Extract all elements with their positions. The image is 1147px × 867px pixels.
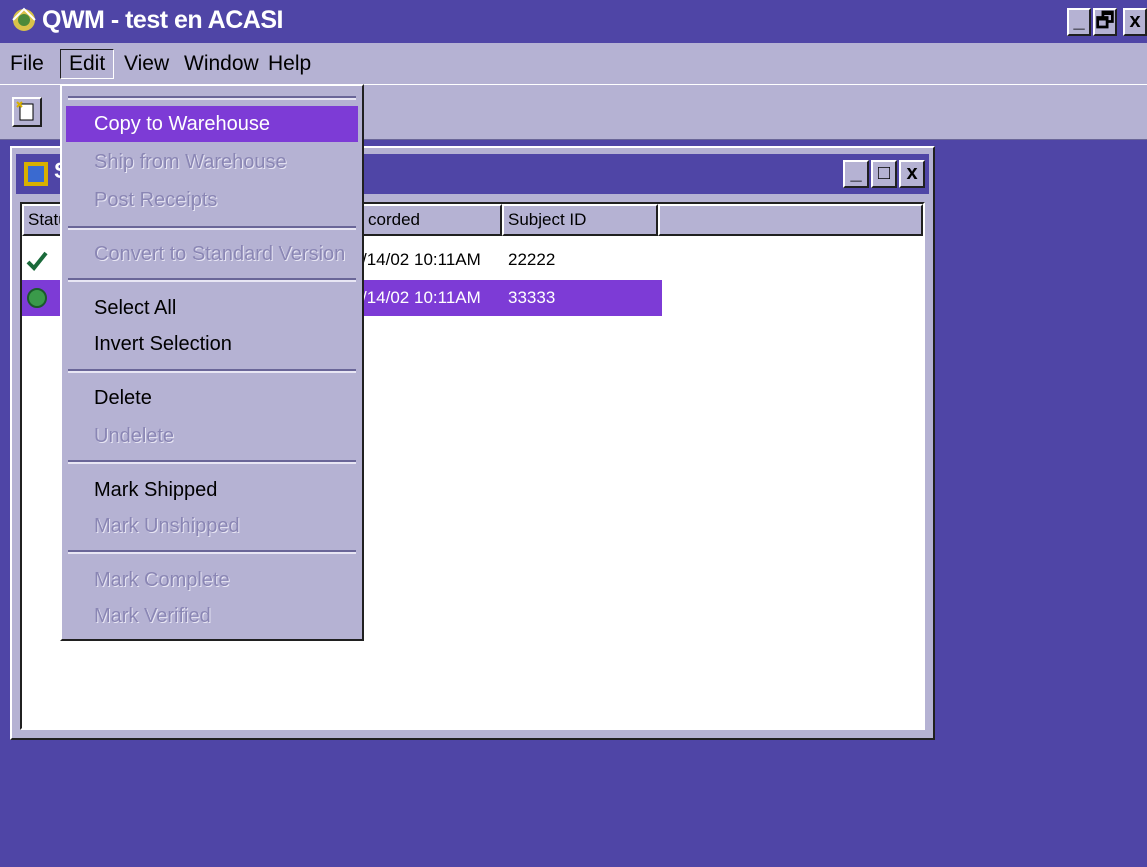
menu-view[interactable]: View	[124, 49, 169, 79]
menu-item-invert-selection[interactable]: Invert Selection	[66, 326, 358, 362]
new-document-button[interactable]	[12, 97, 42, 127]
menu-item-undelete: Undelete	[94, 425, 175, 447]
menu-file[interactable]: File	[10, 49, 44, 79]
menu-item-mark-shipped[interactable]: Mark Shipped	[66, 472, 358, 508]
child-maximize-button[interactable]: □	[871, 160, 897, 188]
menu-separator	[68, 96, 356, 100]
column-header-filler	[658, 204, 923, 236]
recorded-cell: /14/02 10:11AM	[362, 288, 481, 307]
subject-id-cell: 22222	[508, 250, 556, 269]
menu-separator	[68, 460, 356, 464]
menu-item-mark-verified: Mark Verified	[94, 605, 211, 627]
menu-separator	[68, 550, 356, 554]
menu-edit[interactable]: Edit	[60, 49, 115, 79]
minimize-button[interactable]: _	[1067, 8, 1091, 36]
menu-item-select-all[interactable]: Select All	[66, 290, 358, 326]
menu-separator	[68, 278, 356, 282]
window-title: QWM - test en ACASI	[42, 6, 283, 34]
menu-help[interactable]: Help	[268, 49, 311, 79]
menu-item-ship-from-warehouse: Ship from Warehouse	[94, 151, 287, 173]
green-circle-icon	[27, 288, 47, 308]
edit-menu-dropdown: Copy to Warehouse Ship from Warehouse Po…	[60, 84, 364, 641]
new-document-icon	[16, 101, 34, 121]
close-button[interactable]: x	[1123, 8, 1147, 36]
menu-item-delete[interactable]: Delete	[66, 380, 358, 416]
menu-item-copy-to-warehouse[interactable]: Copy to Warehouse	[66, 106, 358, 142]
title-bar[interactable]: QWM - test en ACASI _ 🗗 x	[0, 0, 1147, 43]
restore-button[interactable]: 🗗	[1093, 8, 1117, 36]
menu-item-mark-complete: Mark Complete	[94, 569, 230, 591]
recorded-cell: /14/02 10:11AM	[362, 250, 481, 269]
menu-separator	[68, 226, 356, 230]
menu-window[interactable]: Window	[184, 49, 259, 79]
child-minimize-button[interactable]: _	[843, 160, 869, 188]
menu-separator	[68, 369, 356, 373]
column-header-subject-id[interactable]: Subject ID	[502, 204, 658, 236]
qwm-app-icon	[12, 7, 36, 31]
menu-item-post-receipts: Post Receipts	[94, 189, 218, 211]
menu-item-convert-to-standard-version: Convert to Standard Version	[94, 243, 346, 265]
column-header-recorded[interactable]: corded	[362, 204, 502, 236]
application-window: QWM - test en ACASI _ 🗗 x File Edit View…	[0, 0, 1147, 867]
menu-item-mark-unshipped: Mark Unshipped	[94, 515, 240, 537]
child-window-icon	[24, 162, 48, 186]
menu-bar: File Edit View Window Help	[0, 43, 1147, 84]
checkmark-icon	[26, 251, 48, 271]
subject-id-cell: 33333	[508, 288, 556, 307]
child-close-button[interactable]: x	[899, 160, 925, 188]
